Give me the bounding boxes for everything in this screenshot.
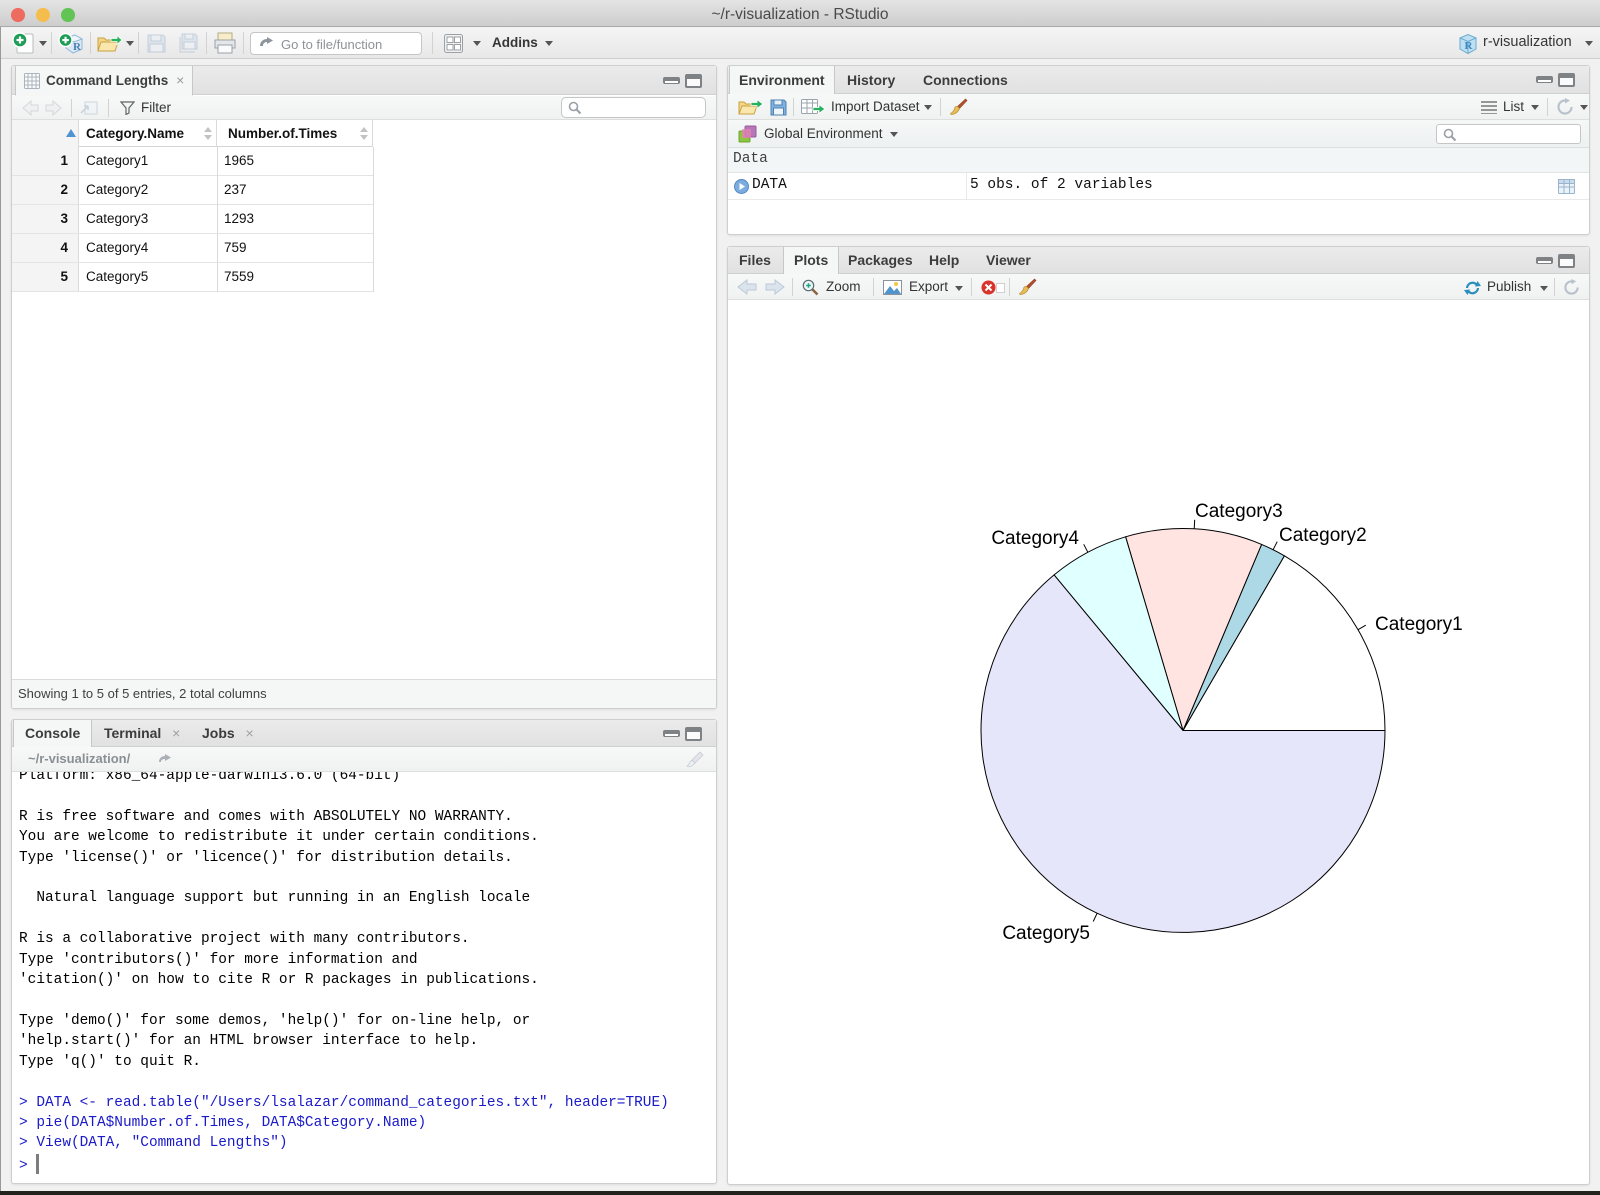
svg-text:R: R: [73, 41, 82, 53]
svg-text:Category2: Category2: [1279, 525, 1367, 546]
svg-text:R: R: [1465, 40, 1474, 52]
svg-text:Category4: Category4: [991, 528, 1079, 549]
svg-text:Category3: Category3: [1195, 501, 1283, 522]
svg-text:Category5: Category5: [1002, 923, 1090, 944]
svg-text:Category1: Category1: [1375, 614, 1463, 635]
